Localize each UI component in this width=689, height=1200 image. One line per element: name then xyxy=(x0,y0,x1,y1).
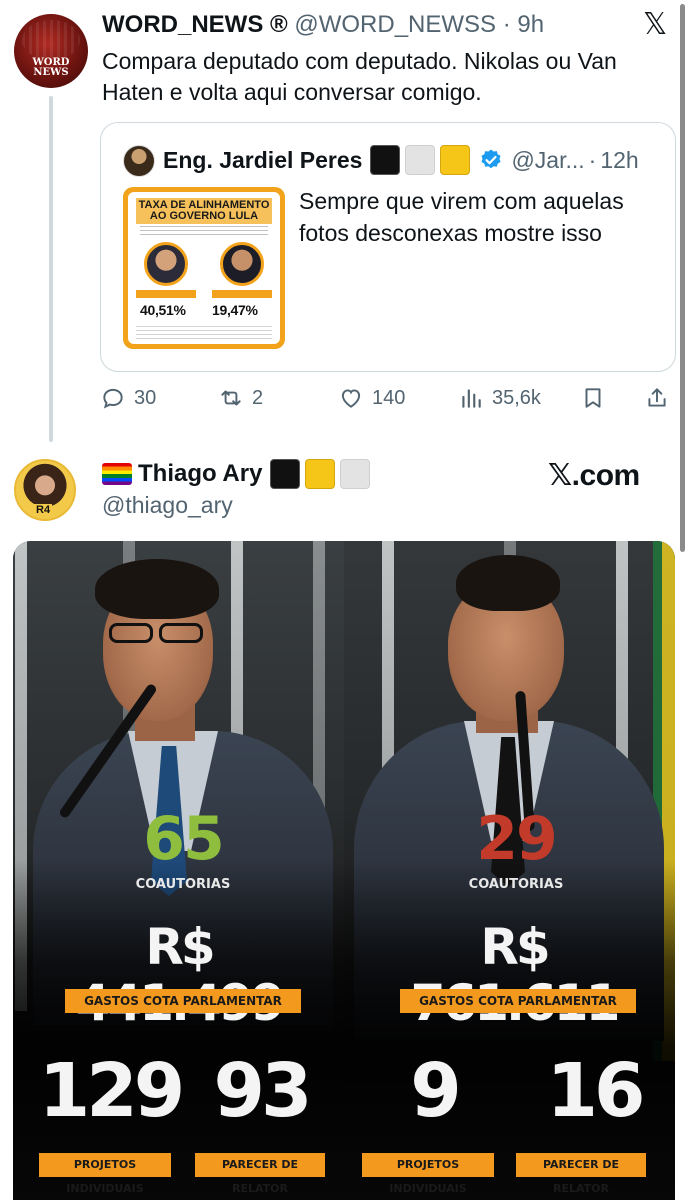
tweet2-author-name[interactable]: Thiago Ary xyxy=(138,458,262,490)
like-count: 140 xyxy=(372,386,406,409)
tweet-actions: 30 2 140 35,6k xyxy=(100,380,680,416)
right-gastos-value: R$ 761.611 xyxy=(411,918,621,1031)
thumbnail-label-left xyxy=(136,290,196,298)
thumbnail-label-right xyxy=(212,290,272,298)
avatar-word-news[interactable]: WORD NEWS xyxy=(14,14,88,88)
x-logo-icon: 𝕏 xyxy=(643,8,668,41)
right-person-hair xyxy=(456,555,560,611)
repost-icon xyxy=(221,390,241,406)
tweet-header: WORD_NEWS ® @WORD_NEWSS · 9h xyxy=(102,10,544,40)
verified-badge-icon xyxy=(481,149,501,169)
share-icon xyxy=(648,388,666,407)
thumbnail-card: TAXA DE ALINHAMENTO AO GOVERNO LULA 40,5… xyxy=(128,192,280,344)
left-projetos-value: 129 xyxy=(38,1048,185,1134)
avatar-wordmark: WORD NEWS xyxy=(32,57,70,78)
quote-author-name[interactable]: Eng. Jardiel Peres xyxy=(163,143,362,177)
black-square-emoji xyxy=(370,145,401,175)
left-coautorias-label: COAUTORIAS xyxy=(135,877,231,892)
thumbnail-subtitle-lines xyxy=(140,226,268,236)
share-button[interactable] xyxy=(644,380,678,416)
globe-graphic xyxy=(22,20,80,60)
white-square-emoji xyxy=(340,459,371,489)
comparison-image[interactable]: 65 COAUTORIAS R$ 441.499 GASTOS COTA PAR… xyxy=(13,541,675,1200)
bookmark-icon xyxy=(585,388,601,408)
white-square-emoji xyxy=(405,145,436,175)
right-panel: 29 COAUTORIAS R$ 761.611 GASTOS COTA PAR… xyxy=(344,541,675,1200)
thumbnail-percent-left: 40,51% xyxy=(140,302,186,318)
repost-count: 2 xyxy=(252,386,264,409)
right-parecer-value: 16 xyxy=(546,1048,646,1134)
right-gastos-label: GASTOS COTA PARLAMENTAR xyxy=(400,989,636,1013)
quote-header: Eng. Jardiel Peres @Jar... · 12h xyxy=(163,143,639,177)
right-projetos-label: PROJETOS INDIVIDUAIS xyxy=(362,1153,494,1195)
quote-thumbnail-image[interactable]: TAXA DE ALINHAMENTO AO GOVERNO LULA 40,5… xyxy=(123,187,285,349)
thread-line xyxy=(49,96,53,442)
views-button[interactable]: 35,6k xyxy=(458,380,541,416)
tweet2-author-row: Thiago Ary xyxy=(102,458,375,490)
rainbow-flag-emoji xyxy=(102,463,132,485)
quote-separator-dot: · xyxy=(588,147,597,173)
right-projetos-value: 9 xyxy=(410,1048,462,1134)
quote-author-handle[interactable]: @Jar... xyxy=(511,143,584,177)
left-person-glasses-right xyxy=(159,623,203,643)
reply-count: 30 xyxy=(134,386,157,409)
left-gastos-label: GASTOS COTA PARLAMENTAR xyxy=(65,989,301,1013)
like-button[interactable]: 140 xyxy=(338,380,405,416)
thumbnail-percent-right: 19,47% xyxy=(212,302,258,318)
left-person-hair xyxy=(95,559,219,619)
analytics-icon xyxy=(462,389,481,408)
thumbnail-portrait-right xyxy=(220,242,264,286)
left-parecer-value: 93 xyxy=(213,1048,313,1134)
tweet-word-news[interactable]: WORD NEWS WORD_NEWS ® @WORD_NEWSS · 9h 𝕏… xyxy=(0,0,689,442)
thumbnail-portrait-left xyxy=(144,242,188,286)
left-projetos-label: PROJETOS INDIVIDUAIS xyxy=(39,1153,171,1195)
left-panel: 65 COAUTORIAS R$ 441.499 GASTOS COTA PAR… xyxy=(13,541,344,1200)
bookmark-button[interactable] xyxy=(580,380,614,416)
tweet-text: Compara deputado com deputado. Nikolas o… xyxy=(102,48,617,105)
left-parecer-label: PARECER DE RELATOR xyxy=(195,1153,325,1195)
right-parecer-label: PARECER DE RELATOR xyxy=(516,1153,646,1195)
repost-button[interactable]: 2 xyxy=(218,380,263,416)
tweet-time[interactable]: 9h xyxy=(517,11,544,38)
tweet2-author-handle[interactable]: @thiago_ary xyxy=(102,490,233,520)
view-count: 35,6k xyxy=(492,386,541,409)
left-gastos-value: R$ 441.499 xyxy=(76,918,286,1031)
author-name[interactable]: WORD_NEWS ® xyxy=(102,11,288,38)
quoted-tweet[interactable]: Eng. Jardiel Peres @Jar... · 12h TAXA DE… xyxy=(100,122,676,372)
reply-icon xyxy=(103,388,123,409)
separator-dot: · xyxy=(502,11,511,38)
avatar-badge: R4 xyxy=(34,504,53,516)
avatar-thiago-ary[interactable]: R4 xyxy=(14,459,76,521)
right-coautorias-value: 29 xyxy=(476,804,558,874)
left-coautorias-value: 65 xyxy=(143,804,225,874)
reply-button[interactable]: 30 xyxy=(100,380,156,416)
black-square-emoji xyxy=(270,459,301,489)
heart-icon xyxy=(341,389,361,408)
quote-time[interactable]: 12h xyxy=(600,143,638,177)
avatar-jardiel[interactable] xyxy=(123,145,155,177)
xcom-wordmark: 𝕏.com xyxy=(548,459,640,492)
thumbnail-footnote-lines xyxy=(136,326,272,340)
quote-text: Sempre que virem com aquelas fotos desco… xyxy=(299,188,624,246)
right-coautorias-label: COAUTORIAS xyxy=(468,877,564,892)
left-person-glasses-left xyxy=(109,623,153,643)
yellow-square-emoji xyxy=(305,459,336,489)
thumbnail-title: TAXA DE ALINHAMENTO AO GOVERNO LULA xyxy=(136,198,272,224)
author-handle[interactable]: @WORD_NEWSS xyxy=(294,11,496,38)
yellow-square-emoji xyxy=(440,145,471,175)
